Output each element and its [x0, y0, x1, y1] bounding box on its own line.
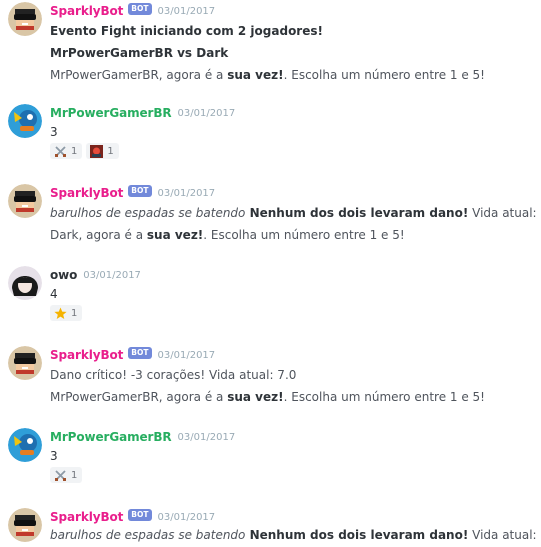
message-line: barulhos de espadas se batendo Nenhum do… — [50, 528, 541, 542]
message-line: Dark, agora é a sua vez!. Escolha um núm… — [50, 228, 405, 242]
timestamp: 03/01/2017 — [83, 269, 141, 281]
message-line: 4 — [50, 287, 58, 301]
message-line: 3 — [50, 125, 58, 139]
message-line: Dano crítico! -3 corações! Vida atual: 7… — [50, 368, 297, 382]
author-name[interactable]: SparklyBot — [50, 348, 123, 362]
star-icon — [54, 307, 67, 320]
reaction-count: 1 — [71, 145, 78, 157]
timestamp: 03/01/2017 — [157, 5, 216, 17]
timestamp: 03/01/2017 — [157, 511, 216, 523]
bot-badge: BOT — [128, 185, 152, 197]
timestamp: 03/01/2017 — [177, 431, 236, 443]
author-name[interactable]: SparklyBot — [50, 4, 123, 18]
reaction[interactable]: 1 — [50, 467, 83, 483]
reaction-count: 1 — [71, 469, 78, 481]
author-name[interactable]: SparklyBot — [50, 186, 123, 200]
message-line: MrPowerGamerBR, agora é a sua vez!. Esco… — [50, 390, 485, 404]
timestamp: 03/01/2017 — [157, 349, 216, 361]
crossed-swords-icon — [54, 469, 67, 482]
author-name[interactable]: SparklyBot — [50, 510, 123, 524]
custom-emoji-icon — [90, 144, 104, 158]
bot-badge: BOT — [128, 509, 152, 521]
message-line: 3 — [50, 449, 58, 463]
timestamp: 03/01/2017 — [177, 107, 236, 119]
reaction-count: 1 — [71, 307, 78, 319]
avatar[interactable] — [8, 2, 42, 36]
reaction[interactable]: 1 — [50, 143, 83, 159]
crossed-swords-icon — [54, 145, 67, 158]
avatar[interactable] — [8, 428, 42, 462]
reaction[interactable]: 1 — [86, 143, 119, 159]
message-line: Evento Fight iniciando com 2 jogadores! — [50, 24, 323, 38]
timestamp: 03/01/2017 — [157, 187, 216, 199]
avatar[interactable] — [8, 266, 42, 300]
author-name[interactable]: MrPowerGamerBR — [50, 106, 172, 120]
message-line: barulhos de espadas se batendo Nenhum do… — [50, 206, 541, 220]
reaction[interactable]: 1 — [50, 305, 83, 321]
message-line: MrPowerGamerBR, agora é a sua vez!. Esco… — [50, 68, 485, 82]
avatar[interactable] — [8, 346, 42, 380]
avatar[interactable] — [8, 104, 42, 138]
author-name[interactable]: owo — [50, 268, 77, 282]
avatar[interactable] — [8, 184, 42, 218]
reaction-count: 1 — [107, 145, 114, 157]
bot-badge: BOT — [128, 3, 152, 15]
author-name[interactable]: MrPowerGamerBR — [50, 430, 172, 444]
bot-badge: BOT — [128, 347, 152, 359]
avatar[interactable] — [8, 508, 42, 542]
message-line: MrPowerGamerBR vs Dark — [50, 46, 229, 60]
